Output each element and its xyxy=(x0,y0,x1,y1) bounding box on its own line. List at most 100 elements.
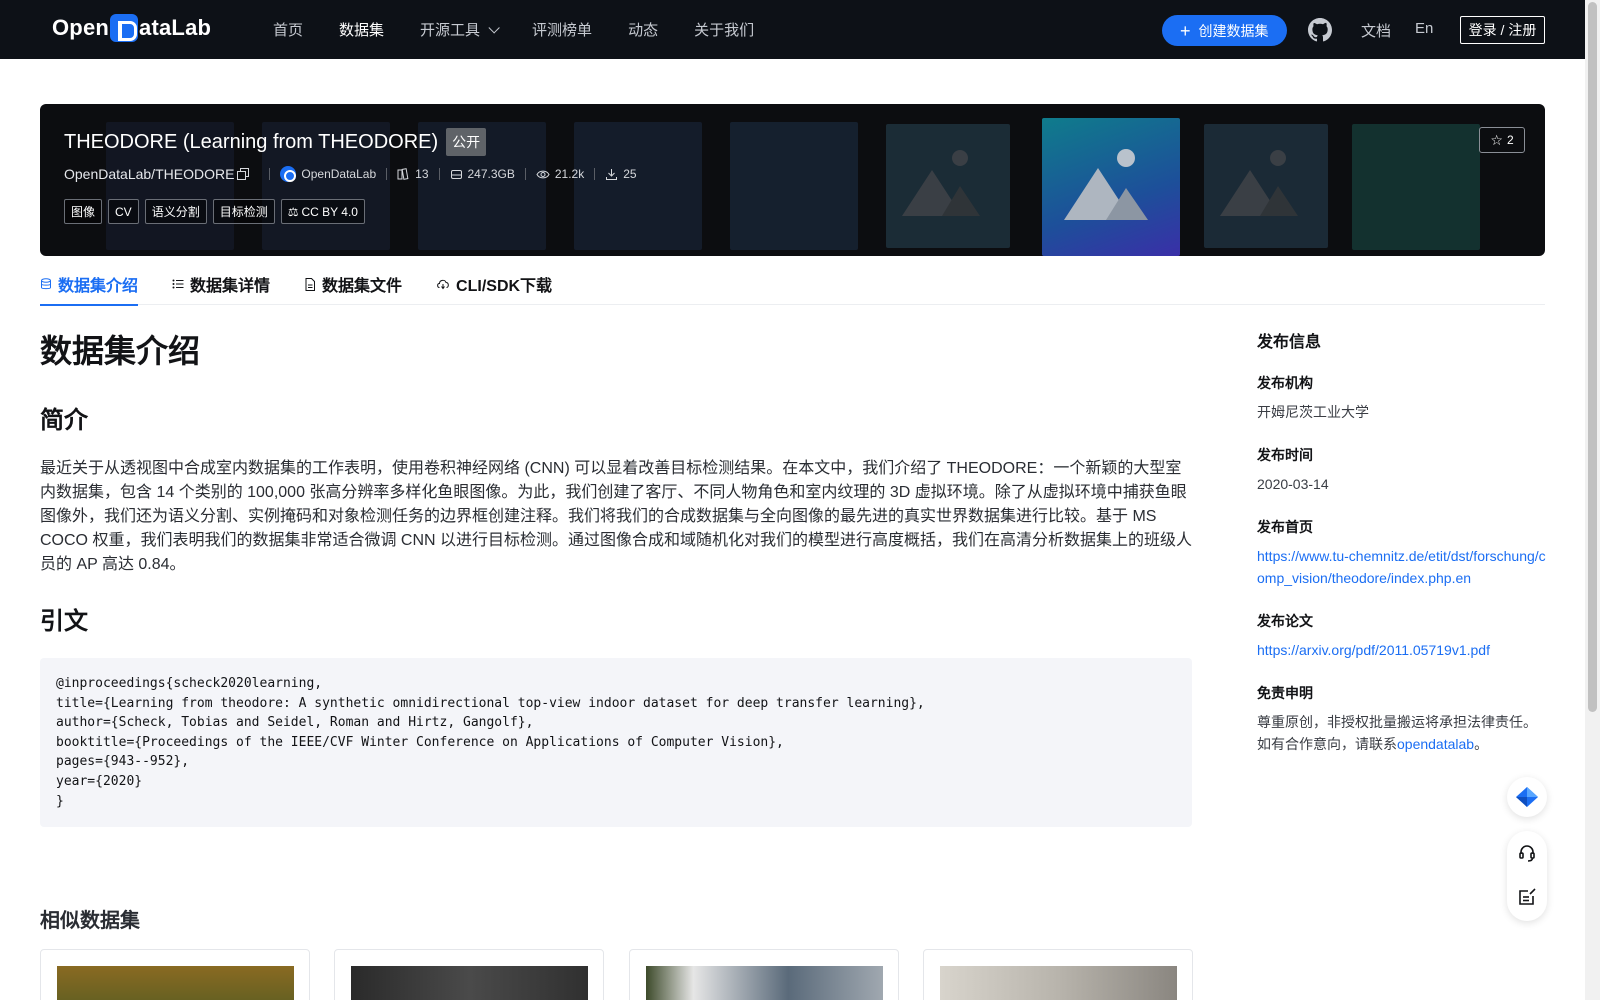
publish-info-title: 发布信息 xyxy=(1257,334,1322,351)
file-count-value: 13 xyxy=(415,167,429,181)
star-icon: ☆ xyxy=(1490,131,1503,148)
storage-icon xyxy=(450,169,462,179)
tab-files-label: 数据集文件 xyxy=(322,278,403,295)
publish-date-value: 2020-03-14 xyxy=(1257,476,1329,492)
org-name: OpenDataLab xyxy=(301,167,377,181)
main-menu: 首页 数据集 开源工具 评测榜单 动态 关于我们 xyxy=(273,0,790,59)
org-info[interactable]: OpenDataLab xyxy=(280,166,376,182)
scrollbar-thumb[interactable] xyxy=(1588,2,1597,712)
preview-thumbnail[interactable] xyxy=(886,124,1010,248)
create-dataset-label: 创建数据集 xyxy=(1198,22,1269,39)
plus-icon: + xyxy=(1180,20,1191,41)
image-placeholder-icon xyxy=(1220,150,1298,216)
dataset-meta: OpenDataLab/THEODORE OpenDataLab 13 247.… xyxy=(64,166,637,182)
visibility-badge: 公开 xyxy=(446,128,487,156)
files-icon xyxy=(397,167,409,180)
github-icon[interactable] xyxy=(1308,18,1332,42)
citation-heading: 引文 xyxy=(40,608,88,635)
license-tag[interactable]: ⚖ CC BY 4.0 xyxy=(280,199,365,224)
tab-introduction-label: 数据集介绍 xyxy=(58,278,139,295)
page-title: 数据集介绍 xyxy=(40,333,201,369)
create-dataset-button[interactable]: + 创建数据集 xyxy=(1162,15,1287,46)
view-count-value: 21.2k xyxy=(554,167,585,181)
page-scrollbar[interactable] xyxy=(1585,0,1600,1000)
preview-thumbnail[interactable] xyxy=(1204,124,1328,248)
nav-open-tools-label: 开源工具 xyxy=(420,22,481,39)
dataset-cover-image xyxy=(646,966,883,1000)
repo-path-text: OpenDataLab/THEODORE xyxy=(64,166,235,182)
list-icon xyxy=(172,279,184,289)
file-icon xyxy=(305,277,316,291)
homepage-link[interactable]: https://www.tu-chemnitz.de/etit/dst/fors… xyxy=(1257,545,1547,589)
opendatalab-logo[interactable]: Open ataLab xyxy=(52,14,211,42)
download-count-value: 25 xyxy=(623,167,637,181)
database-icon xyxy=(41,278,51,290)
divider xyxy=(386,168,388,180)
dataset-title-row: THEODORE (Learning from THEODORE) 公开 xyxy=(64,128,487,156)
tab-introduction[interactable]: 数据集介绍 xyxy=(40,263,139,306)
similar-dataset-card[interactable] xyxy=(334,949,604,1000)
tab-files[interactable]: 数据集文件 xyxy=(304,263,402,305)
divider xyxy=(438,168,440,180)
nav-news[interactable]: 动态 xyxy=(628,19,658,40)
similar-datasets-heading: 相似数据集 xyxy=(40,910,140,932)
nav-about[interactable]: 关于我们 xyxy=(694,19,754,40)
docs-link[interactable]: 文档 xyxy=(1361,20,1391,41)
dataset-title: THEODORE (Learning from THEODORE) xyxy=(64,130,439,153)
star-count: 2 xyxy=(1506,133,1514,147)
nav-datasets[interactable]: 数据集 xyxy=(339,19,384,40)
preview-thumbnail[interactable] xyxy=(574,122,702,250)
download-count: 25 xyxy=(605,167,637,181)
dataset-banner: THEODORE (Learning from THEODORE) 公开 Ope… xyxy=(40,104,1545,256)
view-count: 21.2k xyxy=(536,167,584,181)
tab-cli-sdk[interactable]: CLI/SDK下载 xyxy=(436,263,552,305)
preview-thumbnail-active[interactable] xyxy=(1042,118,1180,256)
contact-link[interactable]: opendatalab xyxy=(1397,736,1474,752)
tag-cv[interactable]: CV xyxy=(108,199,139,224)
preview-thumbnail[interactable] xyxy=(1352,124,1480,250)
repo-path: OpenDataLab/THEODORE xyxy=(64,166,250,182)
tag-object-detection[interactable]: 目标检测 xyxy=(212,199,275,224)
disclaimer-label: 免责申明 xyxy=(1257,685,1313,701)
similar-dataset-card[interactable] xyxy=(629,949,899,1000)
nav-open-tools[interactable]: 开源工具 xyxy=(420,19,500,40)
license-label: CC BY 4.0 xyxy=(301,204,358,219)
star-button[interactable]: ☆ 2 xyxy=(1479,127,1525,153)
nav-leaderboard[interactable]: 评测榜单 xyxy=(532,19,592,40)
publisher-label: 发布机构 xyxy=(1257,375,1313,391)
nav-home[interactable]: 首页 xyxy=(273,19,303,40)
logo-d-icon xyxy=(110,14,139,42)
paper-link[interactable]: https://arxiv.org/pdf/2011.05719v1.pdf xyxy=(1257,639,1547,661)
copy-icon[interactable] xyxy=(237,168,250,180)
eye-icon xyxy=(536,170,550,178)
feedback-edit-icon[interactable] xyxy=(1517,887,1537,907)
scale-icon: ⚖ xyxy=(287,204,299,219)
publish-info-panel: 发布信息 发布机构 开姆尼茨工业大学 发布时间 2020-03-14 发布首页 … xyxy=(1257,328,1547,755)
dataset-tabs: 数据集介绍 数据集详情 数据集文件 CLI/SDK下载 xyxy=(40,263,1545,306)
preview-thumbnail[interactable] xyxy=(730,122,858,250)
dataset-tags: 图像 CV 语义分割 目标检测 ⚖ CC BY 4.0 xyxy=(64,199,371,224)
similar-dataset-card[interactable] xyxy=(40,949,310,1000)
disclaimer-end: 。 xyxy=(1474,736,1489,752)
headset-support-icon[interactable] xyxy=(1517,843,1537,863)
tag-semantic-segmentation[interactable]: 语义分割 xyxy=(144,199,207,224)
tab-details[interactable]: 数据集详情 xyxy=(172,263,270,305)
language-switch[interactable]: En xyxy=(1415,20,1433,37)
assistant-bubble-button[interactable] xyxy=(1507,777,1547,817)
divider xyxy=(269,168,271,180)
disclaimer-text: 尊重原创，非授权批量搬运将承担法律责任。如有合作意向，请联系opendatala… xyxy=(1257,711,1547,755)
login-register-button[interactable]: 登录 / 注册 xyxy=(1460,16,1545,44)
publisher-value: 开姆尼茨工业大学 xyxy=(1257,404,1369,420)
file-count: 13 xyxy=(397,167,429,181)
tab-details-label: 数据集详情 xyxy=(190,278,271,295)
divider xyxy=(594,168,596,180)
similar-dataset-card[interactable] xyxy=(923,949,1193,1000)
org-avatar xyxy=(280,166,297,182)
citation-code-block: @inproceedings{scheck2020learning, title… xyxy=(40,658,1192,828)
divider xyxy=(524,168,526,180)
homepage-label: 发布首页 xyxy=(1257,519,1313,535)
tag-image[interactable]: 图像 xyxy=(64,199,103,224)
image-placeholder-icon xyxy=(902,150,980,216)
dataset-introduction: 数据集介绍 简介 最近关于从透视图中合成室内数据集的工作表明，使用卷积神经网络 … xyxy=(40,320,1192,828)
tab-cli-sdk-label: CLI/SDK下载 xyxy=(456,278,553,295)
